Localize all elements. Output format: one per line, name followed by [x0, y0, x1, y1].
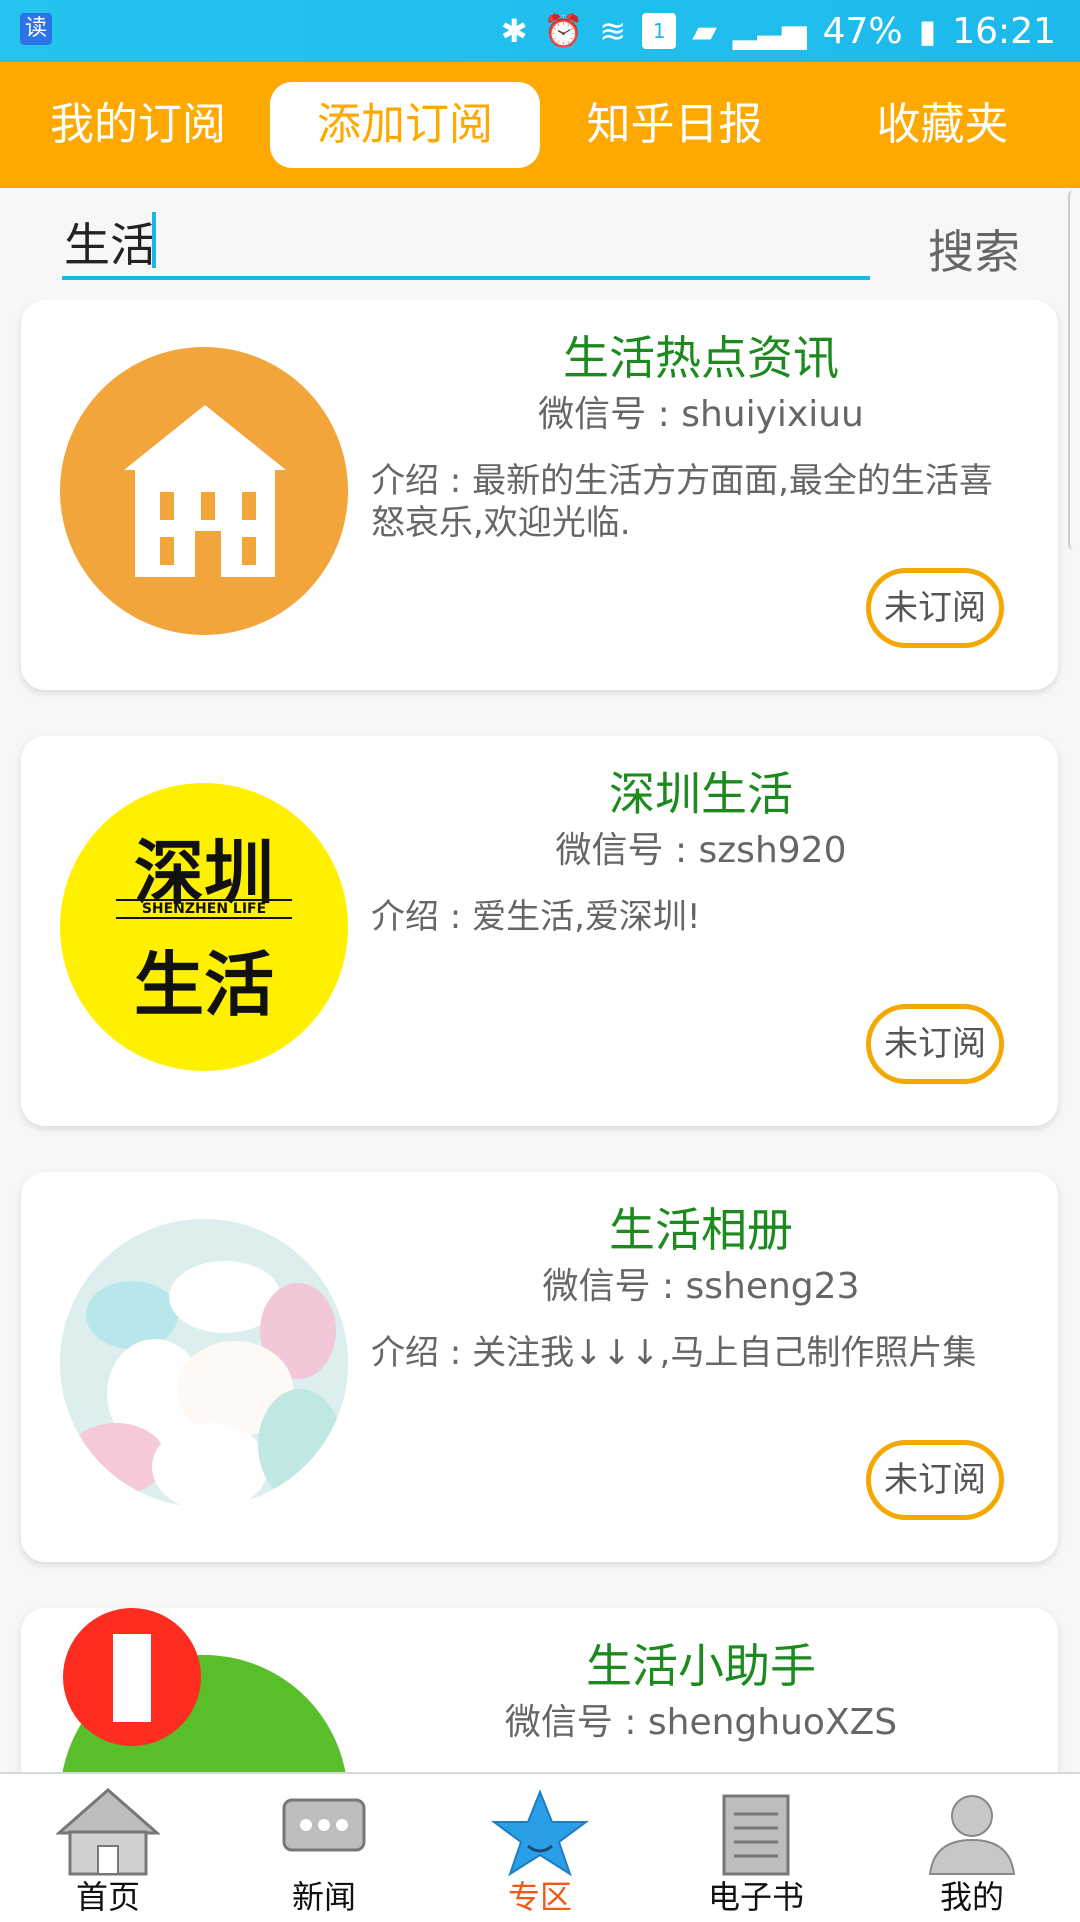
list-item[interactable]: 生活热点资讯 微信号 : shuiyixiuu 介绍 : 最新的生活方方面面,最…: [21, 300, 1058, 690]
red-badge-icon: [63, 1608, 201, 1746]
account-intro: 介绍 : 最新的生活方方面面,最全的生活喜怒哀乐,欢迎光临.: [371, 461, 993, 543]
signal-strength-icon: ▂▃▅: [732, 12, 807, 50]
nav-profile[interactable]: 我的: [864, 1780, 1080, 1920]
tab-my-subscriptions[interactable]: 我的订阅: [28, 82, 248, 168]
subscription-list[interactable]: 生活热点资讯 微信号 : shuiyixiuu 介绍 : 最新的生活方方面面,最…: [0, 300, 1080, 1772]
account-intro: 介绍 : 爱生活,爱深圳!: [371, 897, 701, 937]
nav-label: 专区: [507, 1878, 572, 1916]
account-avatar: [60, 347, 348, 635]
search-bar: 搜索: [0, 188, 1080, 300]
house-icon: [124, 405, 286, 577]
search-button[interactable]: 搜索: [928, 216, 1020, 282]
nav-label: 新闻: [291, 1878, 356, 1916]
nav-label: 我的: [939, 1878, 1004, 1916]
subscribe-button[interactable]: 未订阅: [866, 1440, 1004, 1520]
account-avatar: 深圳 SHENZHEN LIFE 生活: [60, 783, 348, 1071]
nav-ebook[interactable]: 电子书: [648, 1780, 864, 1920]
wechat-id: 微信号 : shenghuoXZS: [504, 1702, 898, 1743]
battery-percent: 47%: [822, 10, 903, 52]
wechat-id: 微信号 : shuiyixiuu: [538, 394, 864, 435]
account-intro: 介绍 : 关注我↓↓↓,马上自己制作照片集: [371, 1333, 977, 1373]
book-icon: [722, 1794, 790, 1876]
logo-subtitle: SHENZHEN LIFE: [116, 899, 292, 919]
account-title: 生活相册: [609, 1203, 793, 1257]
wechat-id: 微信号 : ssheng23: [542, 1266, 860, 1307]
star-icon: [490, 1789, 590, 1877]
signal-icon: ▰: [692, 12, 717, 50]
wifi-icon: ≋: [599, 12, 627, 50]
sim-icon: 1: [642, 13, 677, 49]
marshmallow-photo: [60, 1219, 348, 1507]
account-avatar: [60, 1219, 348, 1507]
wechat-id: 微信号 : szsh920: [555, 830, 847, 871]
list-item[interactable]: 生活 生活小助手 微信号 : shenghuoXZS: [21, 1608, 1058, 1772]
account-title: 生活热点资讯: [563, 331, 839, 385]
subscribe-button[interactable]: 未订阅: [866, 1004, 1004, 1084]
list-item[interactable]: 生活相册 微信号 : ssheng23 介绍 : 关注我↓↓↓,马上自己制作照片…: [21, 1172, 1058, 1562]
clock: 16:21: [952, 10, 1056, 52]
nav-news[interactable]: 新闻: [216, 1780, 432, 1920]
logo-text-bottom: 生活: [134, 944, 274, 1026]
status-bar: 读 ✱ ⏰ ≋ 1 ▰ ▂▃▅ 47% ▮ 16:21: [0, 0, 1080, 62]
status-icons: ✱ ⏰ ≋ 1 ▰ ▂▃▅ 47% ▮ 16:21: [501, 6, 1056, 56]
tab-favorites[interactable]: 收藏夹: [830, 82, 1055, 168]
subscribe-button[interactable]: 未订阅: [866, 568, 1004, 648]
top-tab-bar: 我的订阅 添加订阅 知乎日报 收藏夹: [0, 62, 1080, 188]
tab-zhihu-daily[interactable]: 知乎日报: [562, 82, 787, 168]
nav-home[interactable]: 首页: [0, 1780, 216, 1920]
chat-bubble-icon: [282, 1798, 366, 1852]
home-icon: [56, 1788, 160, 1876]
battery-charging-icon: ▮: [918, 12, 937, 50]
search-input[interactable]: [62, 208, 870, 280]
tab-add-subscription[interactable]: 添加订阅: [270, 82, 540, 168]
bluetooth-icon: ✱: [500, 12, 528, 50]
nav-label: 首页: [75, 1878, 140, 1916]
reader-app-icon: 读: [20, 13, 52, 45]
list-item[interactable]: 深圳 SHENZHEN LIFE 生活 深圳生活 微信号 : szsh920 介…: [21, 736, 1058, 1126]
account-title: 生活小助手: [586, 1639, 816, 1693]
bottom-navigation: 首页 新闻 专区 电子书 我的: [0, 1772, 1080, 1922]
nav-label: 电子书: [707, 1878, 804, 1916]
nav-zone[interactable]: 专区: [432, 1780, 648, 1920]
account-title: 深圳生活: [609, 767, 793, 821]
user-icon: [928, 1795, 1016, 1875]
alarm-icon: ⏰: [543, 12, 584, 50]
text-cursor: [152, 212, 156, 268]
